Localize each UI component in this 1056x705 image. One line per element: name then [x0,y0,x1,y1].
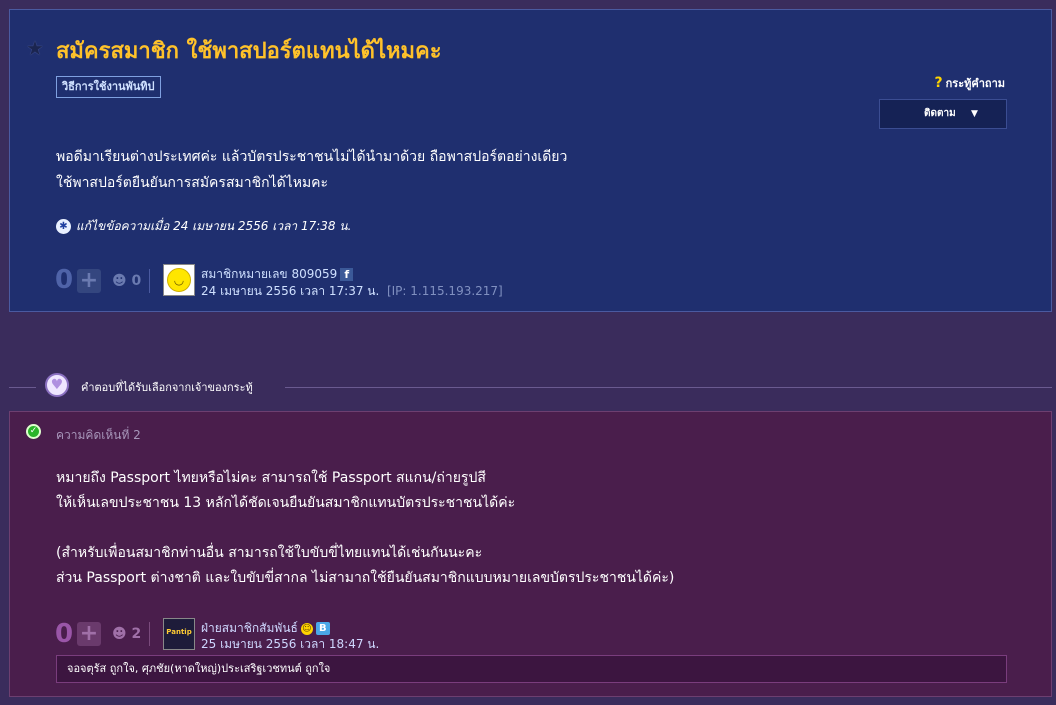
follow-button[interactable]: ติดตาม ▼ [879,99,1007,129]
topic-tag[interactable]: วิธีการใช้งานพันทิป [56,76,161,98]
reply-body-line: (สำหรับเพื่อนสมาชิกท่านอื่น สามารถใช้ใบข… [56,545,483,561]
check-icon: ✓ [26,424,41,439]
smiley-face-icon: ◡ [167,268,191,292]
separator [149,622,150,646]
comment-number[interactable]: ความคิดเห็นที่ 2 [56,426,141,445]
badge-icon: B [315,622,330,635]
vote-plus-button[interactable]: + [77,622,101,646]
topic-body-line: ใช้พาสปอร์ตยืนยันการสมัครสมาชิกได้ไหมคะ [56,175,329,191]
topic-type-label: กระทู้คำถาม [945,77,1005,90]
follow-label: ติดตาม [924,108,956,119]
edit-note: ✱ แก้ไขข้อความเมื่อ 24 เมษายน 2556 เวลา 1… [56,217,351,236]
emotion-count[interactable]: ☻ 0 [112,273,141,289]
post-date: 25 เมษายน 2556 เวลา 18:47 น. [201,637,380,651]
reply-body-line: ให้เห็นเลขประชาชน 13 หลักได้ชัดเจนยืนยัน… [56,495,516,511]
avatar[interactable]: ◡ [163,264,195,296]
topic-box: ★ สมัครสมาชิก ใช้พาสปอร์ตแทนได้ไหมคะ วิธ… [9,9,1052,312]
emotion-count-value: 0 [131,273,142,289]
smiley-icon: ☺ [300,622,313,635]
emotion-icon: ☻ [112,626,127,642]
edit-note-text: แก้ไขข้อความเมื่อ 24 เมษายน 2556 เวลา 17… [76,219,352,233]
vote-count: 0 [55,619,74,649]
clock-icon: ✱ [56,219,71,234]
author-name[interactable]: ฝ่ายสมาชิกสัมพันธ์ [201,621,298,635]
post-date: 24 เมษายน 2556 เวลา 17:37 น. [201,284,380,298]
reply-box: ✓ ความคิดเห็นที่ 2 หมายถึง Passport ไทยห… [9,411,1052,697]
topic-title: สมัครสมาชิก ใช้พาสปอร์ตแทนได้ไหมคะ [56,39,442,64]
emotion-icon: ☻ [112,273,127,289]
question-icon: ? [934,75,943,91]
pantip-logo-icon: Pantip [166,628,192,636]
heart-icon: ♥ [45,373,69,397]
reply-body-line: หมายถึง Passport ไทยหรือไม่คะ สามารถใช้ … [56,470,486,486]
emotion-count[interactable]: ☻ 2 [112,626,141,642]
reply-body: หมายถึง Passport ไทยหรือไม่คะ สามารถใช้ … [56,466,674,591]
caret-down-icon: ▼ [971,109,978,119]
author-name[interactable]: สมาชิกหมายเลข 809059 [201,267,337,281]
facebook-icon: f [340,268,354,281]
separator [149,269,150,293]
ip-address: [IP: 1.115.193.217] [386,284,503,298]
topic-body-line: พอดีมาเรียนต่างประเทศค่ะ แล้วบัตรประชาชน… [56,149,568,165]
divider-line [285,387,1052,388]
topic-type: ? กระทู้คำถาม [935,74,1005,92]
vote-count: 0 [55,265,74,295]
likes-bar: จอจตุรัส ถูกใจ, ศุภชัย(หาดใหญ่)ประเสริฐเ… [56,655,1007,683]
vote-plus-button[interactable]: + [77,269,101,293]
divider-line [9,387,36,388]
topic-body: พอดีมาเรียนต่างประเทศค่ะ แล้วบัตรประชาชน… [56,144,567,196]
star-icon[interactable]: ★ [26,38,46,58]
emotion-count-value: 2 [131,626,142,642]
reply-body-line: ส่วน Passport ต่างชาติ และใบขับขี่สากล ไ… [56,570,675,586]
avatar[interactable]: Pantip [163,618,195,650]
post-date-line: 24 เมษายน 2556 เวลา 17:37 น. [IP: 1.115.… [201,282,503,301]
selected-answer-label: คำตอบที่ได้รับเลือกจากเจ้าของกระทู้ [81,381,253,394]
